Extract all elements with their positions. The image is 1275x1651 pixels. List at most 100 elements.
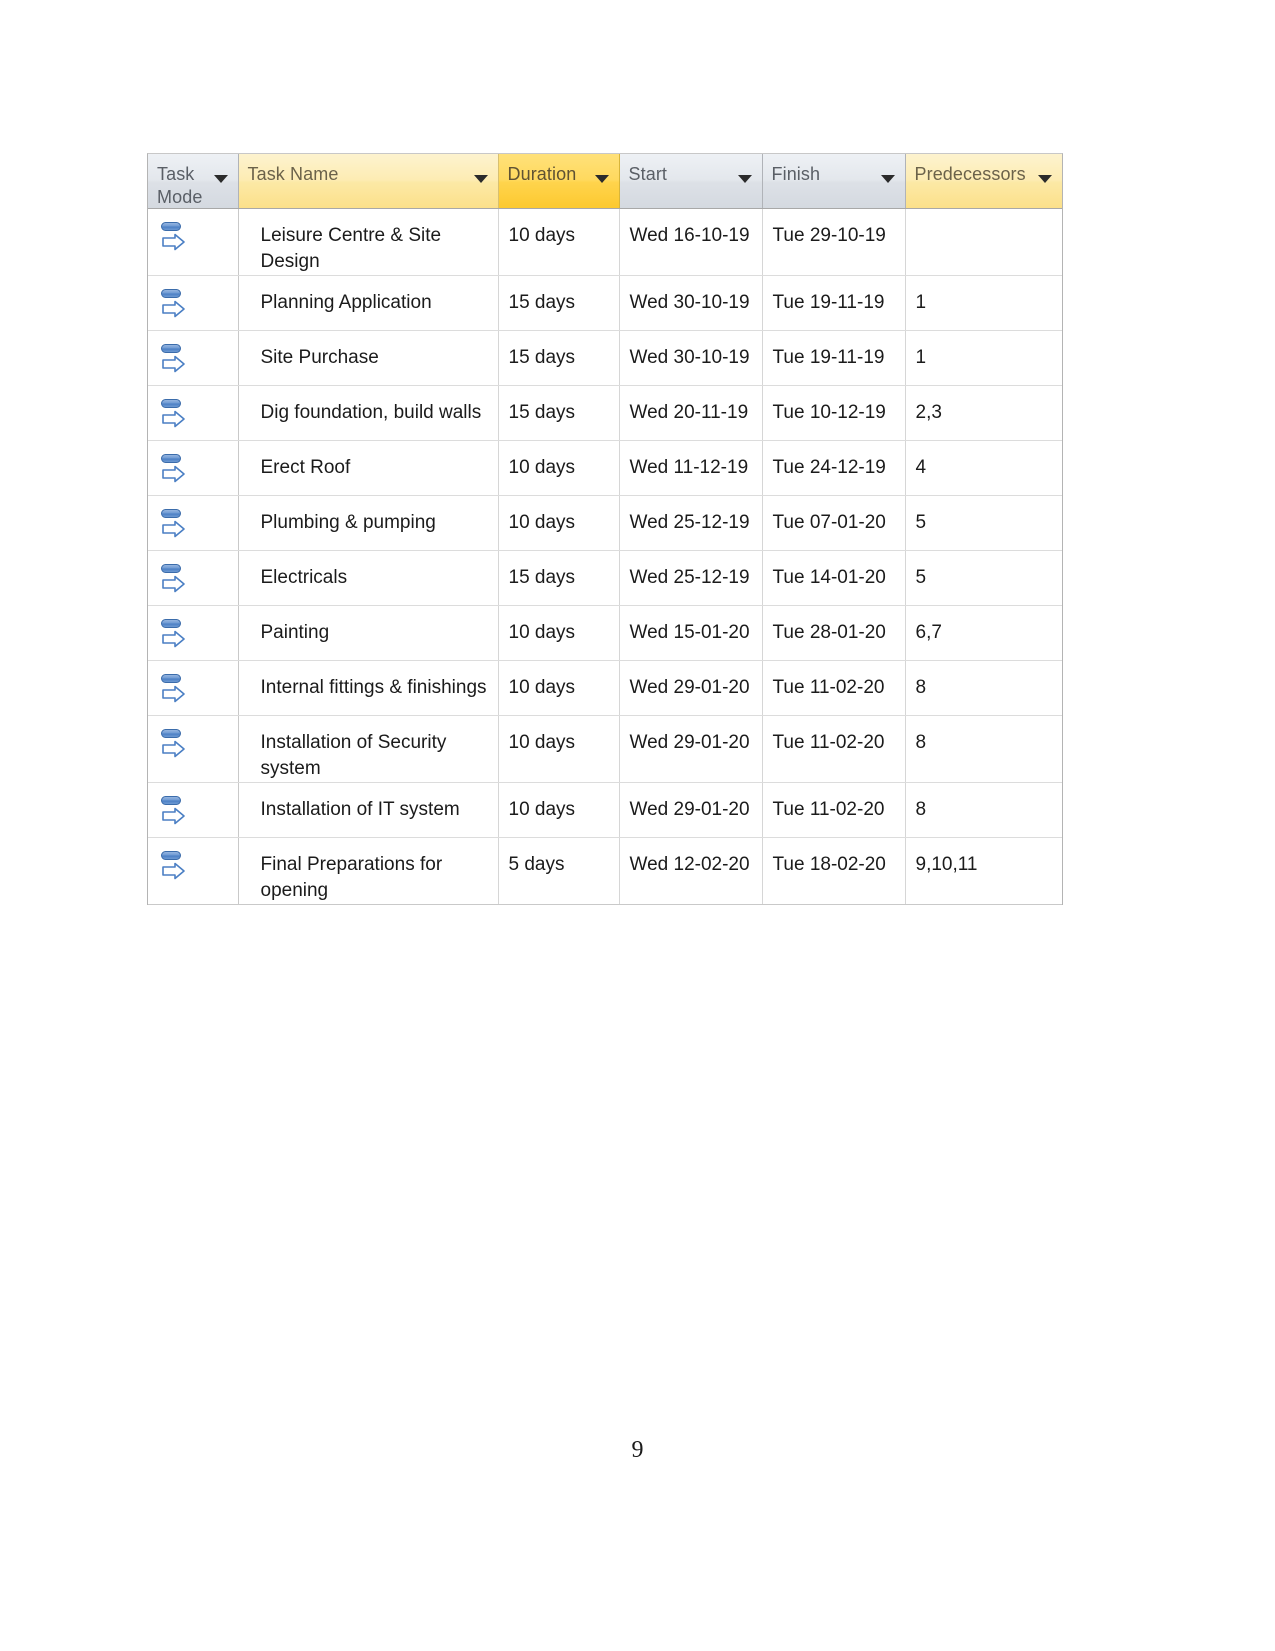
table-row[interactable]: Plumbing & pumping 10 days Wed 25-12-19 Tue… [148, 495, 1062, 551]
cell-task_name[interactable]: Installation of IT system [238, 782, 499, 838]
cell-finish[interactable]: Tue 28-01-20 [762, 605, 906, 661]
task_name-text: Electricals [260, 567, 348, 588]
column-header-task-mode[interactable]: Task Mode [148, 154, 239, 209]
cell-task-mode[interactable] [148, 275, 239, 331]
cell-start[interactable]: Wed 25-12-19 [619, 495, 763, 551]
column-header-start[interactable]: Start [619, 154, 763, 209]
cell-duration[interactable]: 15 days [498, 550, 620, 606]
cell-predecessors[interactable]: 5 [905, 550, 1062, 606]
cell-duration[interactable]: 10 days [498, 440, 620, 496]
cell-start[interactable]: Wed 11-12-19 [619, 440, 763, 496]
duration-text: 15 days [508, 347, 576, 368]
cell-task-mode[interactable] [148, 782, 239, 838]
cell-start[interactable]: Wed 30-10-19 [619, 330, 763, 386]
cell-duration[interactable]: 10 days [498, 660, 620, 716]
cell-predecessors[interactable]: 5 [905, 495, 1062, 551]
table-row[interactable]: Erect Roof 10 days Wed 11-12-19 Tue 24-12-1… [148, 440, 1062, 496]
filter-chevron-down-icon-duration[interactable] [594, 175, 609, 183]
cell-task_name[interactable]: Leisure Centre & Site Design [238, 208, 499, 276]
filter-chevron-down-icon-task-mode[interactable] [213, 175, 228, 183]
cell-start[interactable]: Wed 29-01-20 [619, 782, 763, 838]
cell-finish[interactable]: Tue 11-02-20 [762, 782, 906, 838]
cell-task_name[interactable]: Internal fittings & finishings [238, 660, 499, 716]
cell-predecessors[interactable]: 4 [905, 440, 1062, 496]
cell-finish[interactable]: Tue 11-02-20 [762, 660, 906, 716]
table-row[interactable]: Leisure Centre & Site Design 10 days Wed 1… [148, 208, 1062, 276]
cell-finish[interactable]: Tue 19-11-19 [762, 330, 906, 386]
cell-predecessors[interactable]: 2,3 [905, 385, 1062, 441]
cell-start[interactable]: Wed 29-01-20 [619, 660, 763, 716]
table-row[interactable]: Installation of Security system 10 days We… [148, 715, 1062, 783]
cell-duration[interactable]: 10 days [498, 605, 620, 661]
cell-task_name[interactable]: Painting [238, 605, 499, 661]
cell-task-mode[interactable] [148, 605, 239, 661]
cell-finish[interactable]: Tue 07-01-20 [762, 495, 906, 551]
cell-start[interactable]: Wed 30-10-19 [619, 275, 763, 331]
table-row[interactable]: Planning Application 15 days Wed 30-10-19 T… [148, 275, 1062, 331]
cell-duration[interactable]: 10 days [498, 782, 620, 838]
cell-task-mode[interactable] [148, 208, 239, 276]
cell-task_name[interactable]: Erect Roof [238, 440, 499, 496]
column-header-predecessors[interactable]: Predecessors [905, 154, 1062, 209]
predecessors-text: 6,7 [915, 622, 942, 643]
cell-duration[interactable]: 15 days [498, 275, 620, 331]
table-row[interactable]: Dig foundation, build walls 15 days Wed 20… [148, 385, 1062, 441]
cell-task_name[interactable]: Final Preparations for opening [238, 837, 499, 905]
cell-task-mode[interactable] [148, 440, 239, 496]
arrow-right-icon [162, 740, 185, 758]
cell-task-mode[interactable] [148, 550, 239, 606]
cell-start[interactable]: Wed 15-01-20 [619, 605, 763, 661]
filter-chevron-down-icon-start[interactable] [737, 175, 752, 183]
cell-predecessors[interactable]: 6,7 [905, 605, 1062, 661]
cell-duration[interactable]: 15 days [498, 330, 620, 386]
cell-predecessors[interactable]: 9,10,11 [905, 837, 1062, 905]
cell-duration[interactable]: 10 days [498, 208, 620, 276]
cell-finish[interactable]: Tue 18-02-20 [762, 837, 906, 905]
cell-task-mode[interactable] [148, 837, 239, 905]
cell-finish[interactable]: Tue 14-01-20 [762, 550, 906, 606]
cell-predecessors[interactable]: 1 [905, 330, 1062, 386]
cell-duration[interactable]: 10 days [498, 715, 620, 783]
cell-start[interactable]: Wed 12-02-20 [619, 837, 763, 905]
cell-start[interactable]: Wed 20-11-19 [619, 385, 763, 441]
cell-finish[interactable]: Tue 19-11-19 [762, 275, 906, 331]
cell-predecessors[interactable]: 8 [905, 715, 1062, 783]
column-header-finish[interactable]: Finish [762, 154, 906, 209]
cell-duration[interactable]: 10 days [498, 495, 620, 551]
cell-task_name[interactable]: Plumbing & pumping [238, 495, 499, 551]
cell-task_name[interactable]: Electricals [238, 550, 499, 606]
table-row[interactable]: Installation of IT system 10 days Wed 29-0… [148, 782, 1062, 838]
cell-task_name[interactable]: Site Purchase [238, 330, 499, 386]
table-row[interactable]: Electricals 15 days Wed 25-12-19 Tue 14-01-… [148, 550, 1062, 606]
cell-task-mode[interactable] [148, 495, 239, 551]
cell-finish[interactable]: Tue 29-10-19 [762, 208, 906, 276]
cell-start[interactable]: Wed 25-12-19 [619, 550, 763, 606]
cell-predecessors[interactable]: 1 [905, 275, 1062, 331]
table-row[interactable]: Site Purchase 15 days Wed 30-10-19 Tue 19-1… [148, 330, 1062, 386]
cell-start[interactable]: Wed 29-01-20 [619, 715, 763, 783]
table-row[interactable]: Final Preparations for opening 5 days Wed … [148, 837, 1062, 905]
filter-chevron-down-icon-finish[interactable] [880, 175, 895, 183]
cell-start[interactable]: Wed 16-10-19 [619, 208, 763, 276]
cell-task-mode[interactable] [148, 715, 239, 783]
cell-finish[interactable]: Tue 24-12-19 [762, 440, 906, 496]
cell-finish[interactable]: Tue 10-12-19 [762, 385, 906, 441]
cell-task-mode[interactable] [148, 660, 239, 716]
cell-duration[interactable]: 5 days [498, 837, 620, 905]
column-header-task-name[interactable]: Task Name [238, 154, 499, 209]
cell-task_name[interactable]: Planning Application [238, 275, 499, 331]
cell-task_name[interactable]: Dig foundation, build walls [238, 385, 499, 441]
cell-task_name[interactable]: Installation of Security system [238, 715, 499, 783]
cell-finish[interactable]: Tue 11-02-20 [762, 715, 906, 783]
filter-chevron-down-icon-task-name[interactable] [473, 175, 488, 183]
cell-predecessors[interactable] [905, 208, 1062, 276]
cell-duration[interactable]: 15 days [498, 385, 620, 441]
filter-chevron-down-icon-predecessors[interactable] [1038, 175, 1052, 183]
cell-task-mode[interactable] [148, 330, 239, 386]
cell-task-mode[interactable] [148, 385, 239, 441]
cell-predecessors[interactable]: 8 [905, 782, 1062, 838]
table-row[interactable]: Internal fittings & finishings 10 days Wed… [148, 660, 1062, 716]
cell-predecessors[interactable]: 8 [905, 660, 1062, 716]
table-row[interactable]: Painting 10 days Wed 15-01-20 Tue 28-01-20 6… [148, 605, 1062, 661]
column-header-duration[interactable]: Duration [498, 154, 620, 209]
